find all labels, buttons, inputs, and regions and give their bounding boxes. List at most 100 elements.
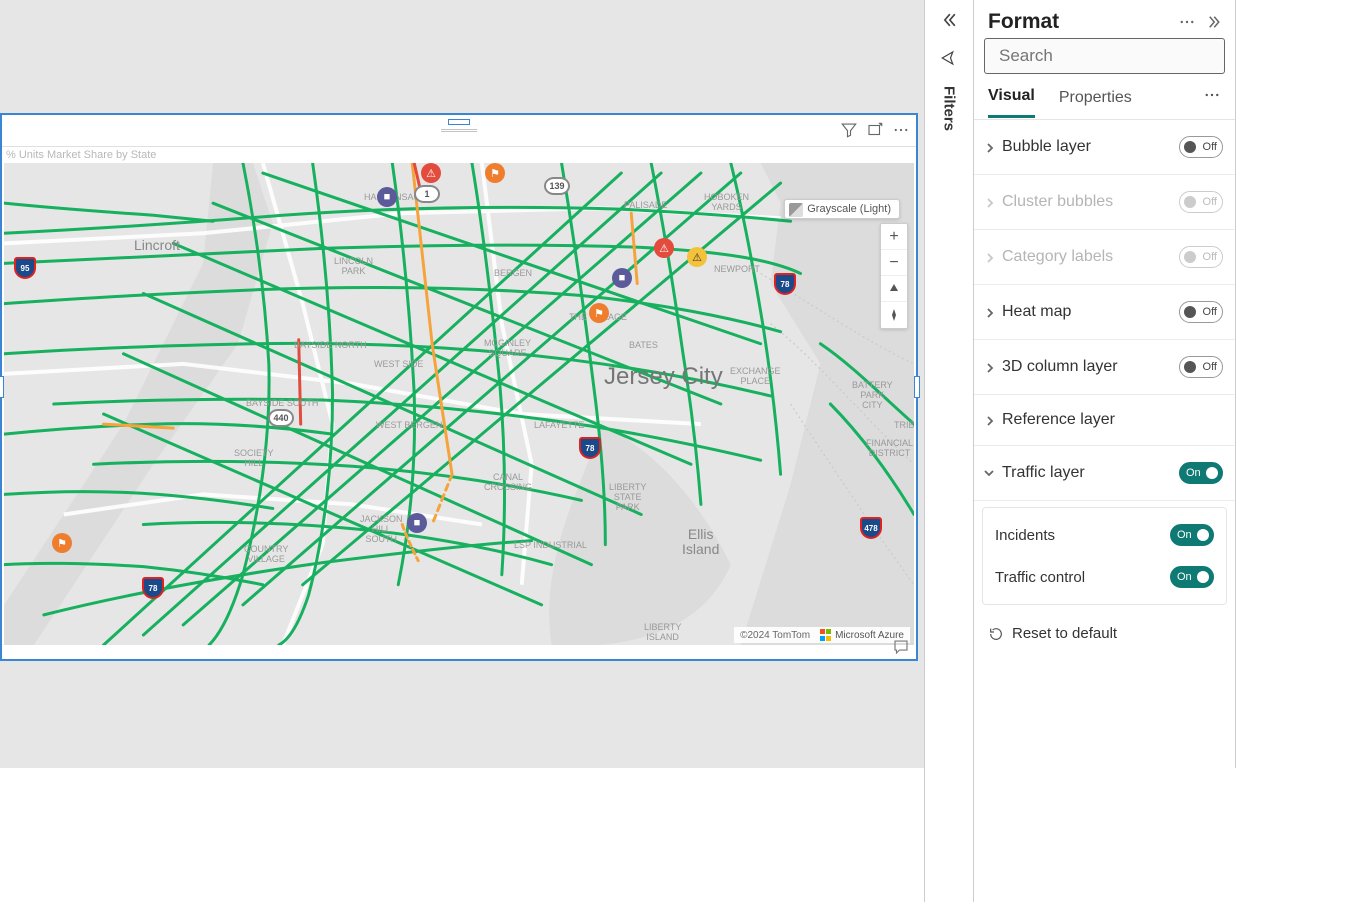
map-locality-label: BERGEN bbox=[494, 269, 532, 279]
azure-map[interactable]: Jersey City LincroftHACKENSACKPALISADEHO… bbox=[4, 163, 914, 645]
reset-to-default-button[interactable]: Reset to default bbox=[974, 611, 1235, 656]
map-locality-label: Lincroft bbox=[134, 238, 180, 253]
traffic-incident-icon[interactable]: ⚠ bbox=[654, 238, 674, 258]
map-locality-label: COUNTRY VILLAGE bbox=[244, 545, 288, 565]
compass-button[interactable] bbox=[881, 302, 907, 328]
map-style-label: Grayscale (Light) bbox=[807, 203, 891, 215]
zoom-out-button[interactable]: − bbox=[881, 250, 907, 276]
row-category-labels: Category labels Off bbox=[974, 230, 1235, 285]
row-3d-column-layer[interactable]: 3D column layer Off bbox=[974, 340, 1235, 395]
map-city-label: Jersey City bbox=[604, 363, 723, 391]
map-locality-label: LAFAYETTE bbox=[534, 421, 584, 431]
map-attribution: ©2024 TomTom Microsoft Azure bbox=[734, 627, 910, 643]
interstate-shield-icon: 78 bbox=[142, 577, 164, 599]
row-bubble-layer[interactable]: Bubble layer Off bbox=[974, 120, 1235, 175]
tab-properties[interactable]: Properties bbox=[1059, 89, 1132, 117]
row-label: Cluster bubbles bbox=[1002, 193, 1113, 211]
route-shield-icon: 440 bbox=[268, 409, 294, 427]
tabs-more-icon[interactable] bbox=[1203, 86, 1221, 119]
map-locality-label: LSP INDUSTRIAL bbox=[514, 541, 587, 551]
filter-icon[interactable] bbox=[838, 119, 860, 141]
report-canvas: % Units Market Share by State bbox=[0, 0, 924, 768]
toggle-incidents[interactable]: On bbox=[1170, 524, 1214, 546]
map-locality-label: CANAL CROSSING bbox=[484, 473, 532, 493]
row-reference-layer[interactable]: Reference layer bbox=[974, 395, 1235, 446]
panel-more-icon[interactable] bbox=[1177, 12, 1197, 32]
format-title: Format bbox=[988, 10, 1059, 34]
sub-incidents-label: Incidents bbox=[995, 527, 1055, 544]
toggle-traffic-layer[interactable]: On bbox=[1179, 462, 1223, 484]
map-locality-label: JACKSON HILL SOUTH bbox=[360, 515, 403, 545]
attribution-tomtom: ©2024 TomTom bbox=[740, 630, 810, 641]
row-label: Reference layer bbox=[1002, 411, 1115, 429]
map-locality-label: TRIBECA bbox=[894, 421, 914, 431]
map-locality-label: BAYSIDE SOUTH bbox=[246, 399, 318, 409]
map-locality-label: PALISADE bbox=[624, 201, 667, 211]
visual-header bbox=[2, 115, 916, 147]
route-shield-icon: 1 bbox=[414, 185, 440, 203]
row-label: Bubble layer bbox=[1002, 138, 1091, 156]
comment-icon[interactable] bbox=[892, 638, 910, 661]
map-locality-label: Ellis Island bbox=[682, 527, 719, 558]
reset-label: Reset to default bbox=[1012, 625, 1117, 642]
interstate-shield-icon: 78 bbox=[579, 437, 601, 459]
route-shield-icon: 139 bbox=[544, 177, 570, 195]
traffic-incident-icon[interactable]: ■ bbox=[377, 187, 397, 207]
map-locality-label: SOCIETY HILL bbox=[234, 449, 274, 469]
toggle-cluster-bubbles: Off bbox=[1179, 191, 1223, 213]
map-controls: + − bbox=[880, 223, 908, 329]
traffic-layer-subsection: Incidents On Traffic control On bbox=[982, 507, 1227, 605]
visual-title: % Units Market Share by State bbox=[6, 149, 156, 161]
traffic-incident-icon[interactable]: ⚑ bbox=[485, 163, 505, 183]
toggle-bubble-layer[interactable]: Off bbox=[1179, 136, 1223, 158]
pitch-button[interactable] bbox=[881, 276, 907, 302]
map-locality-label: LIBERTY STATE PARK bbox=[609, 483, 646, 513]
map-locality-label: NEWPORT bbox=[714, 265, 760, 275]
reset-icon bbox=[988, 626, 1004, 642]
traffic-incident-icon[interactable]: ⚑ bbox=[52, 533, 72, 553]
map-locality-label: FINANCIAL DISTRICT bbox=[866, 439, 913, 459]
traffic-incident-icon[interactable]: ■ bbox=[407, 513, 427, 533]
resize-handle-right[interactable] bbox=[914, 376, 920, 398]
zoom-in-button[interactable]: + bbox=[881, 224, 907, 250]
toggle-heat-map[interactable]: Off bbox=[1179, 301, 1223, 323]
tab-visual[interactable]: Visual bbox=[988, 87, 1035, 118]
map-locality-label: LINCOLN PARK bbox=[334, 257, 373, 277]
map-locality-label: WEST BERGEN bbox=[376, 421, 442, 431]
interstate-shield-icon: 478 bbox=[860, 517, 882, 539]
map-locality-label: MCGINLEY SQUARE bbox=[484, 339, 531, 359]
drag-handle-icon bbox=[441, 128, 477, 133]
expand-pane-left-icon[interactable] bbox=[939, 10, 959, 35]
format-search[interactable] bbox=[984, 38, 1225, 74]
format-panel: Format Visual Properties Bubble layer Of… bbox=[974, 0, 1236, 768]
traffic-incident-icon[interactable]: ⚠ bbox=[421, 163, 441, 183]
interstate-shield-icon: 78 bbox=[774, 273, 796, 295]
map-style-picker[interactable]: Grayscale (Light) bbox=[784, 199, 900, 219]
map-tiles bbox=[4, 163, 914, 645]
map-locality-label: WEST SIDE bbox=[374, 360, 423, 370]
map-locality-label: HOBOKEN YARDS bbox=[704, 193, 749, 213]
traffic-incident-icon[interactable]: ■ bbox=[612, 268, 632, 288]
filters-funnel-icon[interactable] bbox=[940, 49, 958, 72]
row-label: Heat map bbox=[1002, 303, 1071, 321]
more-options-icon[interactable] bbox=[890, 119, 912, 141]
toggle-traffic-control[interactable]: On bbox=[1170, 566, 1214, 588]
row-label: Traffic layer bbox=[1002, 464, 1085, 482]
search-input[interactable] bbox=[999, 46, 1220, 66]
row-heat-map[interactable]: Heat map Off bbox=[974, 285, 1235, 340]
row-label: Category labels bbox=[1002, 248, 1113, 266]
row-cluster-bubbles: Cluster bubbles Off bbox=[974, 175, 1235, 230]
filters-rail: Filters bbox=[924, 0, 974, 902]
focus-mode-icon[interactable] bbox=[864, 119, 886, 141]
map-visual-frame[interactable]: % Units Market Share by State bbox=[0, 113, 918, 661]
toggle-3d-column-layer[interactable]: Off bbox=[1179, 356, 1223, 378]
traffic-incident-icon[interactable]: ⚑ bbox=[589, 303, 609, 323]
row-traffic-layer[interactable]: Traffic layer On bbox=[974, 446, 1235, 501]
collapse-panel-right-icon[interactable] bbox=[1205, 12, 1225, 32]
filters-label[interactable]: Filters bbox=[941, 86, 958, 131]
map-locality-label: EXCHANGE PLACE bbox=[730, 367, 781, 387]
map-locality-label: LIBERTY ISLAND bbox=[644, 623, 681, 643]
traffic-incident-icon[interactable]: ⚠ bbox=[687, 247, 707, 267]
interstate-shield-icon: 95 bbox=[14, 257, 36, 279]
map-locality-label: BATES bbox=[629, 341, 658, 351]
